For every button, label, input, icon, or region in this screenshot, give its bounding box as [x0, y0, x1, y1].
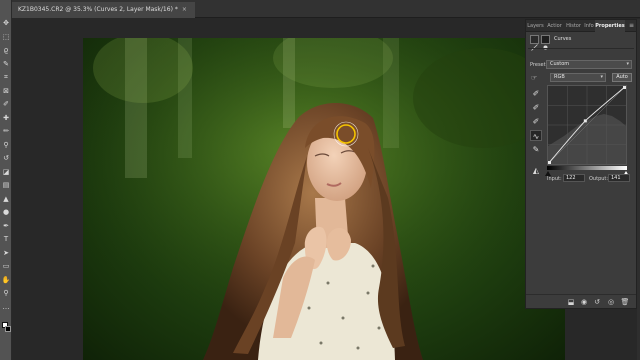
type-tool-icon[interactable]: T: [1, 234, 11, 244]
tone-gradient-bar: [547, 166, 627, 170]
clipping-warning-icon[interactable]: ◭: [530, 165, 542, 176]
input-label: Input:: [547, 176, 562, 182]
output-field[interactable]: 141: [608, 174, 630, 182]
channel-value: RGB: [554, 74, 565, 80]
toggle-visibility-icon[interactable]: ◎: [606, 297, 616, 307]
eraser-tool-icon[interactable]: ◪: [1, 167, 11, 177]
preset-dropdown[interactable]: Custom ▾: [546, 60, 632, 69]
curve-endpoint-black[interactable]: [548, 161, 551, 164]
quick-select-tool-icon[interactable]: ✎: [1, 59, 11, 69]
tab-actions[interactable]: Actior: [545, 20, 564, 32]
healing-brush-tool-icon[interactable]: ✚: [1, 113, 11, 123]
gradient-tool-icon[interactable]: ▤: [1, 180, 11, 190]
frame-tool-icon[interactable]: ⊠: [1, 86, 11, 96]
output-label: Output:: [589, 176, 609, 182]
layer-mask-icon[interactable]: [541, 35, 550, 50]
panel-tab-bar: Layers Actior Histor Info Properties ≡: [526, 20, 636, 32]
adjustment-layer-icon[interactable]: [530, 35, 539, 51]
tab-layers[interactable]: Layers: [526, 20, 545, 32]
properties-panel: Layers Actior Histor Info Properties ≡ C…: [525, 19, 637, 309]
chevron-down-icon: ▾: [626, 61, 629, 67]
zoom-tool-icon[interactable]: ⚲: [1, 288, 11, 298]
canvas-area[interactable]: [12, 19, 565, 360]
pen-tool-icon[interactable]: ✒: [1, 221, 11, 231]
edit-points-curve-icon[interactable]: ∿: [530, 130, 542, 141]
clip-to-layer-icon[interactable]: ⬓: [566, 297, 576, 307]
photoshop-window: ✥ ⬚ ϱ ✎ ⌗ ⊠ ✐ ✚ ✏ ⚲ ↺ ◪ ▤ ▲ ● ✒ T ➤ ▭ ✋ ⚲ … KZ1B0345.CR2 @ 35…: [0, 0, 640, 360]
crop-tool-icon[interactable]: ⌗: [1, 72, 11, 82]
curve-control-point[interactable]: [583, 119, 587, 123]
preset-label: Preset:: [530, 62, 548, 68]
edit-toolbar-icon[interactable]: …: [1, 302, 11, 312]
view-previous-state-icon[interactable]: ◉: [579, 297, 589, 307]
tools-panel: ✥ ⬚ ϱ ✎ ⌗ ⊠ ✐ ✚ ✏ ⚲ ↺ ◪ ▤ ▲ ● ✒ T ➤ ▭ ✋ ⚲ …: [0, 0, 12, 360]
white-point-eyedropper-icon[interactable]: ✐: [530, 116, 542, 127]
eyedropper-tool-icon[interactable]: ✐: [1, 99, 11, 109]
channel-dropdown[interactable]: RGB ▾: [550, 73, 606, 82]
preset-value: Custom: [550, 61, 570, 67]
adjustment-title: Curves: [554, 36, 572, 42]
curve-endpoint-white[interactable]: [623, 86, 626, 89]
curves-graph[interactable]: [547, 85, 627, 165]
panel-menu-icon[interactable]: ≡: [629, 20, 634, 32]
dodge-tool-icon[interactable]: ●: [1, 207, 11, 217]
input-output-row: Input: 122 Output: 141: [547, 174, 633, 183]
auto-button[interactable]: Auto: [612, 73, 632, 82]
trash-icon[interactable]: 🗑: [620, 297, 630, 307]
tab-history[interactable]: Histor: [564, 20, 583, 32]
document-tab[interactable]: KZ1B0345.CR2 @ 35.3% (Curves 2, Layer Ma…: [12, 2, 195, 18]
divider: [528, 48, 634, 49]
history-brush-tool-icon[interactable]: ↺: [1, 153, 11, 163]
input-field[interactable]: 122: [563, 174, 585, 182]
draw-curve-pencil-icon[interactable]: ✎: [530, 144, 542, 155]
tab-info[interactable]: Info: [583, 20, 595, 32]
brush-tool-icon[interactable]: ✏: [1, 126, 11, 136]
panel-footer: ⬓ ◉ ↺ ◎ 🗑: [526, 294, 636, 308]
clone-stamp-tool-icon[interactable]: ⚲: [1, 140, 11, 150]
document-tab-title: KZ1B0345.CR2 @ 35.3% (Curves 2, Layer Ma…: [18, 6, 178, 13]
chevron-down-icon: ▾: [600, 74, 603, 80]
photo-artwork: [83, 38, 565, 360]
close-icon[interactable]: ×: [182, 6, 187, 13]
black-point-eyedropper-icon[interactable]: ✐: [530, 88, 542, 99]
path-selection-tool-icon[interactable]: ➤: [1, 248, 11, 258]
blur-tool-icon[interactable]: ▲: [1, 194, 11, 204]
background-color-swatch[interactable]: [5, 326, 11, 332]
document-image[interactable]: [83, 38, 565, 360]
rectangle-tool-icon[interactable]: ▭: [1, 261, 11, 271]
document-tab-bar: KZ1B0345.CR2 @ 35.3% (Curves 2, Layer Ma…: [12, 0, 640, 18]
move-tool-icon[interactable]: ✥: [1, 18, 11, 28]
gray-point-eyedropper-icon[interactable]: ✐: [530, 102, 542, 113]
marquee-tool-icon[interactable]: ⬚: [1, 32, 11, 42]
reset-adjustment-icon[interactable]: ↺: [592, 297, 602, 307]
on-image-adjust-icon[interactable]: ☞: [531, 74, 537, 82]
lasso-tool-icon[interactable]: ϱ: [1, 45, 11, 55]
hand-tool-icon[interactable]: ✋: [1, 275, 11, 285]
tab-properties[interactable]: Properties: [595, 20, 625, 32]
